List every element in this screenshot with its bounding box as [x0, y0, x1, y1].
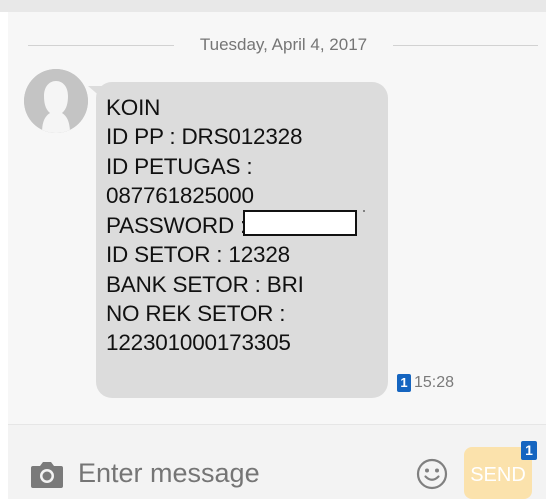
stray-dot: [363, 210, 365, 212]
message-composer: SEND 1: [8, 424, 546, 499]
message-line: ID SETOR : 12328: [106, 242, 290, 268]
message-line: 087761825000: [106, 182, 254, 208]
send-sim-badge: 1: [521, 441, 537, 460]
message-line: BANK SETOR : BRI: [106, 271, 304, 297]
contact-avatar[interactable]: [24, 69, 88, 133]
date-separator-line-right: [393, 45, 538, 46]
message-input[interactable]: [78, 453, 398, 493]
message-line: ID PETUGAS :: [106, 153, 253, 179]
redaction-box: [243, 210, 358, 237]
status-strip: [0, 0, 546, 12]
message-bubble[interactable]: KOIN ID PP : DRS012328 ID PETUGAS : 0877…: [96, 82, 388, 398]
person-silhouette-icon: [24, 69, 88, 133]
message-line: NO REK SETOR :: [106, 301, 286, 327]
message-line: 122301000173305: [106, 330, 291, 356]
message-text: KOIN ID PP : DRS012328 ID PETUGAS : 0877…: [106, 93, 358, 358]
sim-badge: 1: [397, 374, 411, 392]
smiley-icon[interactable]: [416, 458, 448, 490]
message-time: 15:28: [414, 374, 455, 391]
message-line-password: PASSWORD :: [106, 210, 358, 240]
message-line: KOIN: [106, 95, 161, 120]
date-separator: Tuesday, April 4, 2017: [8, 34, 546, 56]
camera-icon[interactable]: [30, 459, 64, 489]
message-line: ID PP : DRS012328: [106, 124, 303, 150]
conversation-screen: Tuesday, April 4, 2017 KOIN ID PP : DRS0…: [8, 12, 546, 499]
password-label: PASSWORD :: [106, 213, 247, 239]
date-separator-line-left: [28, 45, 174, 46]
date-separator-text: Tuesday, April 4, 2017: [199, 35, 368, 54]
